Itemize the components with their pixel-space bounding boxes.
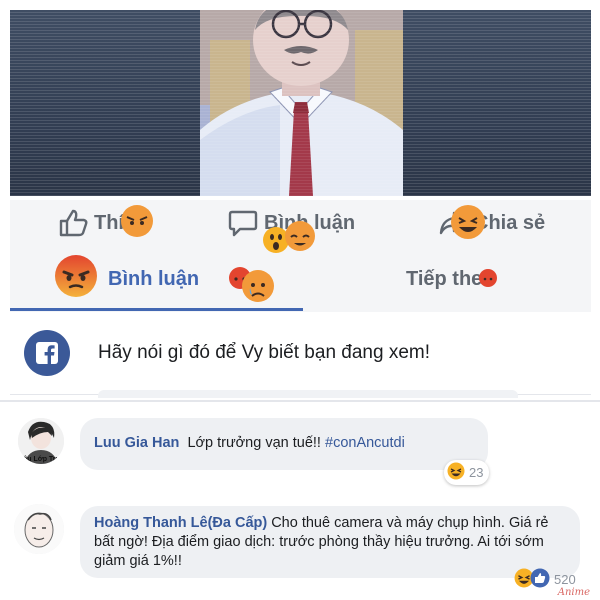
comment-author[interactable]: Luu Gia Han — [94, 435, 179, 451]
avatar[interactable] — [14, 504, 64, 554]
video-player[interactable] — [10, 10, 591, 196]
avatar[interactable]: iệu Lớp Trư — [18, 418, 64, 464]
reaction-count: 520 — [554, 572, 576, 587]
tab-next[interactable]: Tiếp the — [406, 254, 482, 304]
laughing-emoji-icon — [447, 462, 465, 483]
floating-angry-emoji-icon — [120, 204, 154, 243]
comment-author[interactable]: Hoàng Thanh Lê(Đa Cấp) — [94, 515, 267, 531]
watermark-logo: Anime — [557, 587, 590, 598]
facebook-logo-icon — [24, 330, 70, 376]
comment-reactions[interactable]: 23 — [444, 460, 490, 485]
reaction-count: 23 — [469, 465, 484, 480]
tab-comments[interactable]: Bình luận — [54, 254, 199, 304]
video-frame-illustration — [200, 10, 403, 196]
floating-angry-small-emoji-icon — [478, 268, 498, 293]
comment-prompt-row[interactable]: Hãy nói gì đó để Vy biết bạn đang xem! — [10, 314, 591, 398]
angry-emoji-icon — [54, 254, 98, 304]
floating-laughing-emoji-icon — [450, 204, 486, 245]
tab-next-label: Tiếp the — [406, 267, 483, 290]
comment-bubble[interactable]: Luu Gia Han Lớp trưởng vạn tuế!! #conAnc… — [80, 418, 488, 470]
hashtag-link[interactable]: #conAncutdi — [325, 435, 405, 451]
speech-bubble-icon — [228, 209, 258, 237]
comment-list: iệu Lớp Trư Luu Gia Han Lớp trưởng vạn t… — [0, 400, 600, 600]
like-icon — [530, 568, 550, 591]
tab-comments-label: Bình luận — [108, 267, 200, 290]
comment-bubble[interactable]: Hoàng Thanh Lê(Đa Cấp) Cho thuê camera và… — [80, 506, 580, 578]
floating-wow-emoji-icon — [262, 218, 318, 263]
comment-input-edge — [98, 390, 518, 398]
comment-prompt-text: Hãy nói gì đó để Vy biết bạn đang xem! — [98, 342, 431, 363]
floating-sad-emoji-icon — [228, 266, 276, 309]
thumbs-up-icon — [58, 209, 88, 237]
avatar-caption: iệu Lớp Trư — [21, 456, 61, 463]
page: Thích Bình luận Chia sẻ Bình luận Tiếp t… — [0, 0, 600, 600]
comment-text: Lớp trưởng vạn tuế!! — [187, 435, 321, 451]
